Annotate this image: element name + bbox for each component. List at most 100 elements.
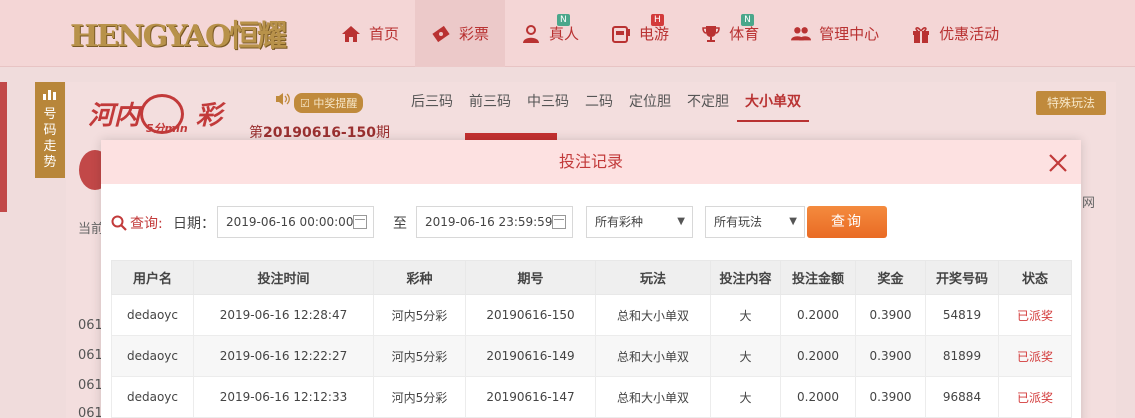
right-cut-text: 网 (1082, 196, 1096, 211)
chevron-down-icon: ▼ (677, 216, 685, 227)
table-cell: 0.2000 (780, 294, 856, 336)
history-row-label: 061 (78, 378, 103, 393)
tab-last-three[interactable]: 后三码 (403, 82, 461, 122)
play-type-value: 所有玩法 (714, 215, 763, 229)
column-header: 开奖号码 (925, 260, 999, 295)
end-date-input[interactable]: 2019-06-16 23:59:59 (416, 206, 573, 238)
nav-item-slots[interactable]: 电游 H (595, 0, 685, 67)
nav-label: 管理中心 (819, 25, 880, 43)
site-logo[interactable]: HENGYAO恒耀 (70, 13, 287, 54)
table-cell: 0.2000 (780, 376, 856, 418)
bet-record-modal: 投注记录 查询: 日期： 2019-06-16 00:00:00 至 2019-… (101, 140, 1081, 418)
game-logo-sub: 5分min (146, 122, 188, 135)
table-header-row: 用户名 投注时间 彩种 期号 玩法 投注内容 投注金额 奖金 开奖号码 状态 (111, 260, 1072, 295)
tab-big-small-odd-even[interactable]: 大小单双 (737, 82, 809, 122)
column-header: 期号 (465, 260, 596, 295)
table-row[interactable]: dedaoyc 2019-06-16 12:12:33 河内5分彩 201906… (111, 376, 1072, 418)
filter-bar: 查询: 日期： 2019-06-16 00:00:00 至 2019-06-16… (111, 206, 1071, 238)
number-trend-label: 号码走势 (43, 107, 57, 170)
table-cell: 54819 (925, 294, 999, 336)
new-badge: N (557, 14, 570, 26)
column-header: 投注金额 (780, 260, 856, 295)
nav-item-management[interactable]: 管理中心 (775, 0, 895, 67)
trophy-icon (701, 24, 721, 44)
table-cell: 0.3900 (855, 335, 926, 377)
top-navbar: HENGYAO恒耀 首页 彩票 真人 N 电游 H 体育 N 管理中心 优惠活动 (0, 0, 1135, 67)
search-icon (111, 215, 127, 231)
nav-label: 真人 (549, 25, 580, 43)
table-row[interactable]: dedaoyc 2019-06-16 12:28:47 河内5分彩 201906… (111, 294, 1072, 336)
tab-two-digits[interactable]: 二码 (577, 82, 621, 122)
lottery-type-select[interactable]: 所有彩种 ▼ (586, 206, 693, 238)
period-display: 第20190616-150期 (249, 122, 390, 142)
table-cell: 大 (710, 294, 781, 336)
chevron-down-icon: ▼ (789, 216, 797, 227)
nav-label: 优惠活动 (939, 25, 1000, 43)
nav-item-sports[interactable]: 体育 N (685, 0, 775, 67)
period-prefix: 第 (249, 125, 263, 141)
table-cell: 20190616-147 (465, 376, 596, 418)
query-button[interactable]: 查询 (807, 206, 887, 238)
bet-record-table: 用户名 投注时间 彩种 期号 玩法 投注内容 投注金额 奖金 开奖号码 状态 d… (111, 260, 1072, 418)
nav-item-promotions[interactable]: 优惠活动 (895, 0, 1015, 67)
table-cell: 20190616-149 (465, 335, 596, 377)
number-trend-tab[interactable]: 号码走势 (35, 82, 65, 178)
table-cell: 大 (710, 376, 781, 418)
home-icon (341, 24, 361, 44)
table-cell: 2019-06-16 12:22:27 (193, 335, 374, 377)
table-cell: 0.3900 (855, 294, 926, 336)
win-reminder-toggle[interactable]: ☑ 中奖提醒 (294, 93, 364, 113)
ticket-icon (431, 24, 451, 44)
checkbox-icon: ☑ (300, 97, 310, 110)
column-header: 彩种 (373, 260, 466, 295)
bar-chart-icon (43, 90, 56, 100)
start-date-value: 2019-06-16 00:00:00 (226, 215, 354, 229)
tab-any-position[interactable]: 不定胆 (679, 82, 737, 122)
nav-label: 电游 (639, 25, 670, 43)
table-cell: 河内5分彩 (373, 376, 466, 418)
modal-title: 投注记录 (558, 152, 623, 171)
history-row-label: 061 (78, 318, 103, 333)
nav-item-lottery[interactable]: 彩票 (415, 0, 506, 67)
column-header: 用户名 (111, 260, 194, 295)
special-play-button[interactable]: 特殊玩法 (1036, 91, 1106, 115)
gift-icon (911, 24, 931, 44)
history-row-label: 061 (78, 348, 103, 363)
table-cell: 96884 (925, 376, 999, 418)
table-row[interactable]: dedaoyc 2019-06-16 12:22:27 河内5分彩 201906… (111, 335, 1072, 377)
users-icon (791, 24, 812, 44)
nav-label: 首页 (369, 25, 400, 43)
table-cell: dedaoyc (111, 335, 194, 377)
status-badge: 已派奖 (998, 335, 1072, 377)
nav-label: 彩票 (459, 25, 490, 43)
nav-label: 体育 (729, 25, 760, 43)
nav-item-live[interactable]: 真人 N (505, 0, 595, 67)
lottery-type-value: 所有彩种 (595, 215, 644, 229)
tab-middle-three[interactable]: 中三码 (519, 82, 577, 122)
column-header: 投注时间 (193, 260, 374, 295)
history-row-label: 061 (78, 406, 103, 418)
close-icon[interactable] (1047, 149, 1069, 172)
table-cell: 总和大小单双 (595, 376, 711, 418)
date-label: 日期： (173, 216, 215, 232)
table-cell: 2019-06-16 12:12:33 (193, 376, 374, 418)
user-icon (521, 24, 541, 44)
play-type-select[interactable]: 所有玩法 ▼ (705, 206, 805, 238)
end-date-value: 2019-06-16 23:59:59 (425, 215, 553, 229)
nav-item-home[interactable]: 首页 (325, 0, 415, 67)
table-cell: dedaoyc (111, 294, 194, 336)
left-edge-panel (0, 82, 7, 212)
tab-position[interactable]: 定位胆 (621, 82, 679, 122)
column-header: 状态 (998, 260, 1072, 295)
column-header: 投注内容 (710, 260, 781, 295)
slot-machine-icon (611, 24, 631, 44)
start-date-input[interactable]: 2019-06-16 00:00:00 (217, 206, 374, 238)
column-header: 玩法 (595, 260, 711, 295)
tab-first-three[interactable]: 前三码 (461, 82, 519, 122)
period-suffix: 期 (375, 125, 390, 141)
table-cell: dedaoyc (111, 376, 194, 418)
speaker-icon[interactable] (275, 92, 291, 110)
column-header: 奖金 (855, 260, 926, 295)
table-cell: 总和大小单双 (595, 335, 711, 377)
period-number: 20190616-150 (263, 125, 376, 141)
